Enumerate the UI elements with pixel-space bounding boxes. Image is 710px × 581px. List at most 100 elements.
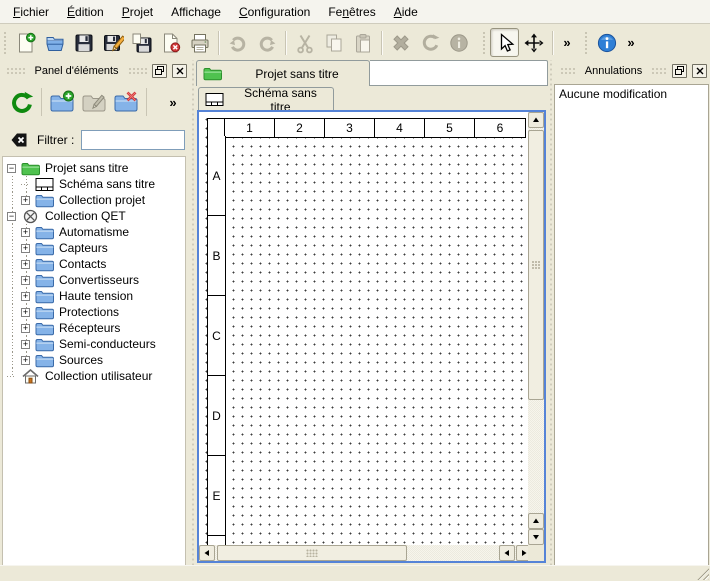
menu-fichier[interactable]: Fichier <box>4 1 58 23</box>
open-file-icon <box>44 32 66 54</box>
schema-tabbar: Schéma sans titre <box>196 86 548 110</box>
expand-expander-icon[interactable] <box>21 292 30 301</box>
tree-item-schema-sans-titre[interactable]: Schéma sans titre <box>3 176 185 192</box>
vertical-scroll-thumb[interactable] <box>528 130 544 400</box>
cut-button[interactable] <box>290 28 319 57</box>
toolbar-drag-handle[interactable] <box>2 30 8 56</box>
save-as-button[interactable] <box>98 28 127 57</box>
scroll-up-button[interactable] <box>528 112 544 128</box>
tree-item-label: Haute tension <box>59 289 133 303</box>
new-file-button[interactable] <box>11 28 40 57</box>
menu-fenetres[interactable]: Fenêtres <box>319 1 384 23</box>
close-file-button[interactable] <box>156 28 185 57</box>
tree-item-contacts[interactable]: Contacts <box>3 256 185 272</box>
edit-category-button[interactable] <box>78 86 110 118</box>
folder-icon <box>35 193 54 208</box>
toolbar-separator <box>552 31 553 55</box>
help-overflow-button[interactable]: » <box>621 28 641 57</box>
tabbar-empty-area <box>370 60 548 86</box>
float-panel-button[interactable] <box>672 64 687 78</box>
expand-expander-icon[interactable] <box>21 308 30 317</box>
menu-edition[interactable]: Édition <box>58 1 113 23</box>
save-all-button[interactable] <box>127 28 156 57</box>
tree-item-projet-sans-titre[interactable]: Projet sans titre <box>3 160 185 176</box>
tree-item-sources[interactable]: Sources <box>3 352 185 368</box>
delete-category-button[interactable] <box>110 86 142 118</box>
resize-grip-icon[interactable] <box>696 567 709 580</box>
clear-filter-button[interactable] <box>8 129 30 151</box>
horizontal-scroll-thumb[interactable] <box>217 545 407 561</box>
toolbar-drag-handle[interactable] <box>583 30 589 56</box>
menu-configuration[interactable]: Configuration <box>230 1 319 23</box>
scroll-left-button-2[interactable] <box>499 545 515 561</box>
tree-item-capteurs[interactable]: Capteurs <box>3 240 185 256</box>
tab-projet-sans-titre[interactable]: Projet sans titre <box>196 60 370 86</box>
expand-expander-icon[interactable] <box>21 356 30 365</box>
info-button[interactable] <box>444 28 473 57</box>
scroll-up-button-2[interactable] <box>528 513 544 529</box>
panel-overflow-button[interactable]: » <box>162 88 184 117</box>
scroll-down-button[interactable] <box>528 529 544 545</box>
tree-connector <box>21 184 30 185</box>
float-panel-button[interactable] <box>152 64 167 78</box>
expand-expander-icon[interactable] <box>21 228 30 237</box>
tree-item-semi-conducteurs[interactable]: Semi-conducteurs <box>3 336 185 352</box>
tree-item-collection-qet[interactable]: Collection QET <box>3 208 185 224</box>
open-file-button[interactable] <box>40 28 69 57</box>
diagram-view[interactable]: 1 2 3 4 5 6 A B C D E <box>197 110 546 563</box>
toolbar-drag-handle[interactable] <box>481 30 487 56</box>
vertical-scrollbar[interactable] <box>528 112 544 545</box>
expand-expander-icon[interactable] <box>21 340 30 349</box>
cut-icon <box>294 32 316 54</box>
tree-item-haute-tension[interactable]: Haute tension <box>3 288 185 304</box>
print-button[interactable] <box>185 28 214 57</box>
expand-expander-icon[interactable] <box>21 324 30 333</box>
tree-item-collection-utilisateur[interactable]: Collection utilisateur <box>3 368 185 384</box>
undo-panel-titlebar[interactable]: Annulations <box>554 60 710 81</box>
thumb-grip <box>306 549 318 557</box>
folder-icon <box>35 353 54 368</box>
tree-item-automatisme[interactable]: Automatisme <box>3 224 185 240</box>
tree-item-convertisseurs[interactable]: Convertisseurs <box>3 272 185 288</box>
close-panel-button[interactable] <box>172 64 187 78</box>
rotate-button[interactable] <box>415 28 444 57</box>
menu-aide[interactable]: Aide <box>385 1 427 23</box>
grid-column-label: 4 <box>375 119 425 137</box>
redo-button[interactable] <box>252 28 281 57</box>
home-icon <box>21 369 40 384</box>
undo-list-item[interactable]: Aucune modification <box>559 87 704 101</box>
delete-button[interactable] <box>386 28 415 57</box>
expand-expander-icon[interactable] <box>21 260 30 269</box>
collapse-expander-icon[interactable] <box>7 164 16 173</box>
scroll-left-button[interactable] <box>199 545 215 561</box>
select-tool-button[interactable] <box>490 28 519 57</box>
tree-item-recepteurs[interactable]: Récepteurs <box>3 320 185 336</box>
tools-overflow-button[interactable]: » <box>557 28 577 57</box>
elements-panel-toolbar: » <box>0 82 190 122</box>
about-button[interactable] <box>592 28 621 57</box>
expand-expander-icon[interactable] <box>21 196 30 205</box>
undo-history-list[interactable]: Aucune modification <box>554 84 709 565</box>
collapse-expander-icon[interactable] <box>7 212 16 221</box>
close-panel-button[interactable] <box>692 64 707 78</box>
tab-schema-sans-titre[interactable]: Schéma sans titre <box>198 87 334 111</box>
expand-expander-icon[interactable] <box>21 276 30 285</box>
menu-projet[interactable]: Projet <box>113 1 162 23</box>
reload-collections-button[interactable] <box>5 86 37 118</box>
menu-affichage[interactable]: Affichage <box>162 1 230 23</box>
elements-panel-titlebar[interactable]: Panel d'éléments <box>0 60 190 81</box>
undo-button[interactable] <box>223 28 252 57</box>
save-button[interactable] <box>69 28 98 57</box>
folder-icon <box>35 289 54 304</box>
filter-input[interactable] <box>81 130 185 150</box>
tree-item-collection-projet[interactable]: Collection projet <box>3 192 185 208</box>
tree-item-protections[interactable]: Protections <box>3 304 185 320</box>
new-category-button[interactable] <box>46 86 78 118</box>
copy-button[interactable] <box>319 28 348 57</box>
close-icon <box>176 67 184 75</box>
horizontal-scrollbar[interactable] <box>199 545 532 561</box>
paste-button[interactable] <box>348 28 377 57</box>
diagram-paper[interactable]: 1 2 3 4 5 6 A B C D E <box>199 112 528 545</box>
expand-expander-icon[interactable] <box>21 244 30 253</box>
move-tool-button[interactable] <box>519 28 548 57</box>
